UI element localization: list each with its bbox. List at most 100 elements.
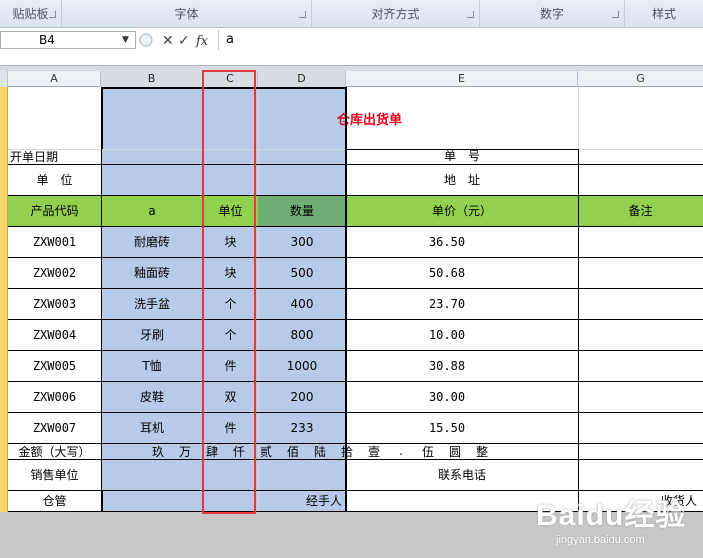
item-qty[interactable]: 1000: [258, 350, 346, 381]
insert-function-icon[interactable]: fx: [195, 34, 209, 49]
item-name[interactable]: T恤: [101, 350, 203, 381]
ribbon-group-font[interactable]: 字体: [62, 0, 312, 28]
address-label[interactable]: 地 址: [346, 164, 578, 195]
item-code[interactable]: ZXW001: [8, 226, 101, 257]
ribbon-group-clipboard[interactable]: 贴贴板: [0, 0, 62, 28]
header-note[interactable]: 备注: [578, 195, 703, 226]
item-price[interactable]: 15.50: [346, 412, 578, 443]
amount-char[interactable]: .: [393, 443, 409, 459]
row-headers[interactable]: [0, 87, 8, 512]
enter-icon[interactable]: ✓: [178, 33, 190, 49]
header-price[interactable]: 单价（元）: [346, 195, 578, 226]
column-header-b[interactable]: B: [101, 71, 203, 87]
border-line: [8, 257, 703, 258]
item-price[interactable]: 50.68: [346, 257, 578, 288]
amount-char[interactable]: 万: [177, 443, 193, 459]
item-note[interactable]: [578, 319, 703, 350]
item-price[interactable]: 36.50: [346, 226, 578, 257]
item-price[interactable]: 23.70: [346, 288, 578, 319]
border-line: [346, 149, 347, 512]
column-header-e[interactable]: E: [346, 71, 578, 87]
unit-label[interactable]: 单 位: [8, 164, 101, 195]
item-name[interactable]: 皮鞋: [101, 381, 203, 412]
item-qty[interactable]: 200: [258, 381, 346, 412]
amount-char[interactable]: 圆: [447, 443, 463, 459]
item-code[interactable]: ZXW004: [8, 319, 101, 350]
border-line: [102, 490, 103, 512]
dialog-launcher-icon[interactable]: [612, 11, 619, 18]
header-name[interactable]: a: [101, 195, 203, 226]
item-name[interactable]: 牙刷: [101, 319, 203, 350]
item-code[interactable]: ZXW005: [8, 350, 101, 381]
border-line: [8, 459, 703, 460]
formula-bar-expand-icon[interactable]: [139, 33, 153, 47]
amount-char[interactable]: 拾: [339, 443, 355, 459]
worksheet-grid[interactable]: 仓库出货单 开单日期单 号单 位地 址产品代码 a 单位 数量 单价（元） 备注 ZXW001…: [8, 87, 703, 512]
ribbon-group-number[interactable]: 数字: [480, 0, 625, 28]
item-note[interactable]: [578, 257, 703, 288]
column-headers: A B C D E G: [0, 71, 703, 87]
date-label[interactable]: 开单日期: [8, 149, 101, 164]
formula-separator: [218, 30, 219, 50]
border-line: [346, 87, 347, 149]
item-name[interactable]: 釉面砖: [101, 257, 203, 288]
ribbon-group-styles[interactable]: 样式: [625, 0, 703, 28]
border-line: [8, 412, 703, 413]
item-note[interactable]: [578, 412, 703, 443]
item-code[interactable]: ZXW002: [8, 257, 101, 288]
header-qty[interactable]: 数量: [258, 195, 346, 226]
seller-label[interactable]: 销售单位: [8, 459, 101, 490]
name-box-value: B4: [39, 33, 55, 47]
item-qty[interactable]: 800: [258, 319, 346, 350]
formula-input[interactable]: a: [226, 32, 234, 47]
phone-label[interactable]: 联系电话: [346, 459, 578, 490]
handler-label[interactable]: 经手人: [258, 490, 346, 512]
amount-char[interactable]: 陆: [312, 443, 328, 459]
border-line: [578, 149, 579, 512]
item-price[interactable]: 10.00: [346, 319, 578, 350]
item-code[interactable]: ZXW003: [8, 288, 101, 319]
border-line: [8, 350, 703, 351]
border-line: [345, 149, 346, 512]
item-qty[interactable]: 400: [258, 288, 346, 319]
item-price[interactable]: 30.88: [346, 350, 578, 381]
item-name[interactable]: 耐磨砖: [101, 226, 203, 257]
amount-char[interactable]: 整: [474, 443, 490, 459]
border-line: [102, 87, 103, 149]
column-header-a[interactable]: A: [8, 71, 101, 87]
item-code[interactable]: ZXW007: [8, 412, 101, 443]
dialog-launcher-icon[interactable]: [49, 11, 56, 18]
watermark-url: jingyan.baidu.com: [556, 534, 645, 546]
item-note[interactable]: [578, 226, 703, 257]
item-note[interactable]: [578, 288, 703, 319]
item-note[interactable]: [578, 381, 703, 412]
name-box[interactable]: B4: [0, 31, 136, 49]
amount-label[interactable]: 金额（大写）: [8, 443, 101, 459]
border-line: [101, 149, 102, 512]
amount-char[interactable]: 伍: [420, 443, 436, 459]
column-header-g[interactable]: G: [578, 71, 703, 87]
column-header-d[interactable]: D: [258, 71, 346, 87]
item-note[interactable]: [578, 350, 703, 381]
amount-char[interactable]: 佰: [285, 443, 301, 459]
item-qty[interactable]: 233: [258, 412, 346, 443]
ribbon-group-label: 贴贴板: [12, 7, 49, 21]
cancel-icon[interactable]: ✕: [162, 33, 174, 49]
amount-char[interactable]: 玖: [150, 443, 166, 459]
item-name[interactable]: 耳机: [101, 412, 203, 443]
border-line: [8, 288, 703, 289]
name-box-dropdown-icon[interactable]: ▼: [122, 35, 129, 45]
header-code[interactable]: 产品代码: [8, 195, 101, 226]
amount-char[interactable]: 壹: [366, 443, 382, 459]
item-qty[interactable]: 500: [258, 257, 346, 288]
item-code[interactable]: ZXW006: [8, 381, 101, 412]
ribbon-group-alignment[interactable]: 对齐方式: [312, 0, 480, 28]
item-price[interactable]: 30.00: [346, 381, 578, 412]
item-name[interactable]: 洗手盆: [101, 288, 203, 319]
select-all-corner[interactable]: [0, 71, 8, 87]
dialog-launcher-icon[interactable]: [299, 11, 306, 18]
item-qty[interactable]: 300: [258, 226, 346, 257]
warehouse-label[interactable]: 仓管: [8, 490, 101, 512]
amount-char[interactable]: 贰: [258, 443, 274, 459]
dialog-launcher-icon[interactable]: [467, 11, 474, 18]
